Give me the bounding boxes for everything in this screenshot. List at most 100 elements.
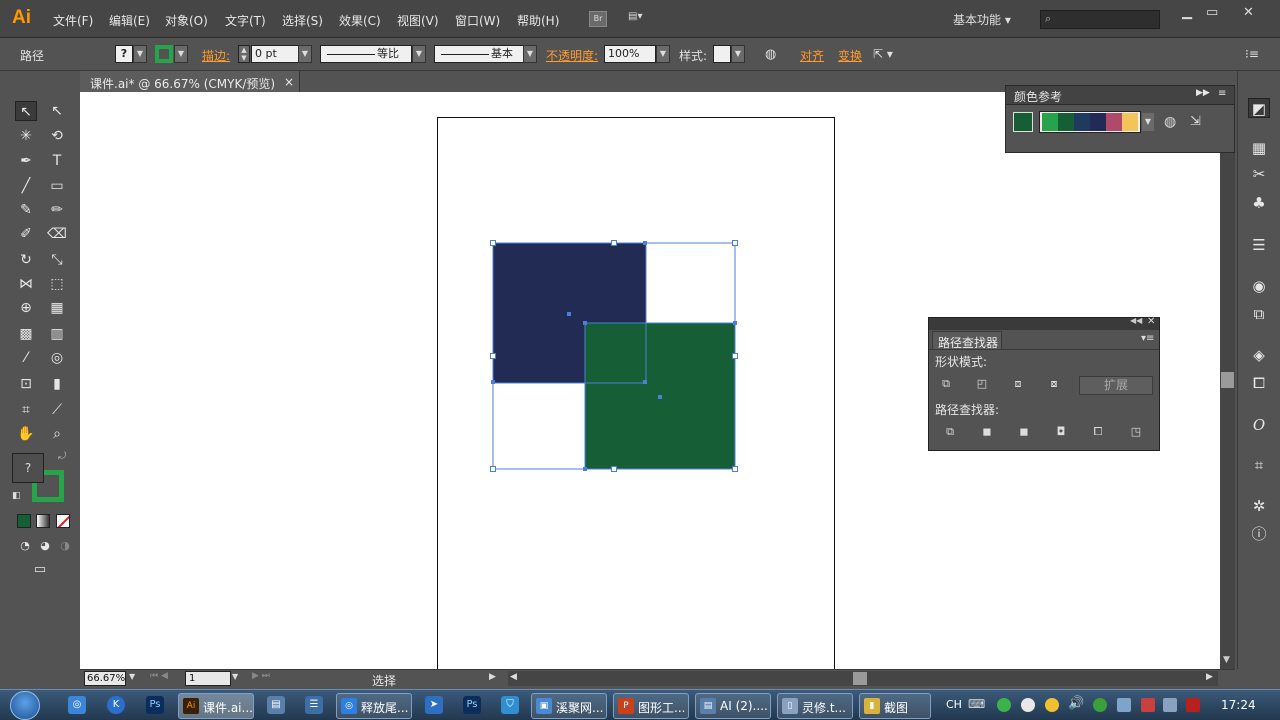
base-color-swatch[interactable] bbox=[1013, 112, 1033, 132]
chevron-down-icon[interactable]: ▼ bbox=[1142, 113, 1154, 131]
chevron-down-icon[interactable]: ▼ bbox=[656, 45, 670, 63]
direct-selection-tool-icon[interactable]: ↖ bbox=[46, 101, 68, 121]
harmony-swatch[interactable] bbox=[1122, 113, 1138, 131]
chevron-down-icon[interactable]: ▼ bbox=[412, 45, 426, 63]
draw-inside-icon[interactable]: ◑ bbox=[54, 536, 76, 556]
maximize-icon[interactable]: ▭ bbox=[1206, 5, 1218, 20]
start-button[interactable] bbox=[10, 691, 40, 720]
harmony-swatch[interactable] bbox=[1042, 113, 1058, 131]
eraser-tool-icon[interactable]: ⌫ bbox=[46, 224, 68, 244]
task-powerpoint[interactable]: P 图形工... bbox=[613, 693, 689, 719]
menu-object[interactable]: 对象(O) bbox=[165, 12, 208, 29]
volume-icon[interactable]: 🔊 bbox=[1068, 696, 1084, 711]
width-tool-icon[interactable]: ⋈ bbox=[15, 274, 37, 294]
chevron-down-icon[interactable]: ▼ bbox=[298, 45, 312, 63]
zoom-tool-icon[interactable]: ⌕ bbox=[46, 424, 68, 444]
screen-mode-icon[interactable]: ▭ bbox=[29, 560, 51, 580]
brushes-dock-icon[interactable]: ✂ bbox=[1248, 164, 1270, 184]
artboard-number-input[interactable]: 1 bbox=[185, 671, 231, 686]
stroke-color-swatch[interactable] bbox=[155, 45, 173, 63]
tab-pathfinder[interactable]: 路径查找器 bbox=[932, 331, 1002, 350]
menu-view[interactable]: 视图(V) bbox=[397, 12, 439, 29]
chevron-down-icon[interactable]: ▼ bbox=[174, 45, 188, 63]
qq-icon[interactable] bbox=[1021, 698, 1035, 712]
align-panel-link[interactable]: 对齐 bbox=[800, 47, 824, 64]
type-tool-icon[interactable]: T bbox=[46, 151, 68, 171]
minus-back-icon[interactable]: ◳ bbox=[1127, 424, 1145, 440]
artboard-tool-icon[interactable]: ⌗ bbox=[15, 400, 37, 420]
default-colors-icon[interactable]: ◧ bbox=[12, 491, 21, 501]
status-menu-icon[interactable]: ▶ bbox=[489, 672, 496, 682]
qq-browser-icon[interactable]: ◎ bbox=[68, 696, 86, 714]
expand-button[interactable]: 扩展 bbox=[1079, 376, 1153, 395]
tray-app-icon[interactable] bbox=[1163, 698, 1177, 712]
symbol-sprayer-tool-icon[interactable]: ⊡ bbox=[15, 374, 37, 394]
photoshop-icon[interactable]: Ps bbox=[146, 696, 164, 714]
pen-tool-icon[interactable]: ✒ bbox=[15, 151, 37, 171]
scale-tool-icon[interactable]: ⤡ bbox=[46, 250, 68, 270]
photoshop-icon[interactable]: Ps bbox=[463, 696, 481, 714]
fill-color-box[interactable]: ? bbox=[12, 453, 44, 483]
symbols-dock-icon[interactable]: ♣ bbox=[1248, 193, 1270, 213]
vertical-scrollbar[interactable]: ▼ bbox=[1220, 92, 1235, 669]
draw-normal-icon[interactable]: ◔ bbox=[14, 536, 36, 556]
task-browser[interactable]: ◎ 释放尾... bbox=[336, 693, 412, 719]
tray-app-icon[interactable] bbox=[1045, 698, 1059, 712]
opacity-panel-link[interactable]: 不透明度: bbox=[546, 47, 598, 64]
none-mode-icon[interactable] bbox=[56, 514, 70, 528]
rectangle-tool-icon[interactable]: ▭ bbox=[46, 176, 68, 196]
task-text[interactable]: ▯ 灵修.t... bbox=[777, 693, 853, 719]
alert-icon[interactable] bbox=[1141, 698, 1155, 712]
edit-colors-icon[interactable]: ◍ bbox=[1164, 114, 1176, 130]
ime-indicator[interactable]: CH bbox=[946, 698, 962, 711]
stroke-weight-input[interactable]: 0 pt bbox=[251, 45, 299, 63]
chevron-down-icon[interactable]: ▼ bbox=[232, 672, 238, 681]
scroll-left-icon[interactable]: ◀ bbox=[510, 672, 517, 682]
workspace-switcher[interactable]: 基本功能 ▾ bbox=[953, 11, 1011, 28]
info-dock-icon[interactable]: ⓘ bbox=[1248, 524, 1270, 544]
graphic-styles-dock-icon[interactable]: ⧉ bbox=[1248, 304, 1270, 324]
cursor-icon[interactable]: ➤ bbox=[425, 696, 443, 714]
harmony-swatch[interactable] bbox=[1090, 113, 1106, 131]
graphic-style-swatch[interactable] bbox=[713, 45, 731, 63]
menu-effect[interactable]: 效果(C) bbox=[339, 12, 381, 29]
appearance-dock-icon[interactable]: ◉ bbox=[1248, 276, 1270, 296]
panel-menu-icon[interactable]: ⁝≡ bbox=[1245, 47, 1259, 61]
intersect-icon[interactable]: ⧈ bbox=[1009, 376, 1027, 392]
magic-wand-tool-icon[interactable]: ✳ bbox=[15, 126, 37, 146]
draw-behind-icon[interactable]: ◕ bbox=[34, 536, 56, 556]
network-icon[interactable] bbox=[1117, 698, 1131, 712]
swap-colors-icon[interactable]: ⤾ bbox=[58, 451, 66, 462]
character-dock-icon[interactable]: O bbox=[1248, 415, 1270, 435]
trim-icon[interactable]: ◼ bbox=[978, 424, 996, 440]
document-tab[interactable]: 课件.ai* @ 66.67% (CMYK/预览) × bbox=[80, 71, 300, 92]
selection-tool-icon[interactable]: ↖ bbox=[15, 101, 37, 121]
first-artboard-icon[interactable]: ⏮ ◀ bbox=[150, 671, 168, 681]
horizontal-scrollbar[interactable]: ◀ ▶ bbox=[508, 671, 1218, 686]
free-transform-tool-icon[interactable]: ⬚ bbox=[46, 274, 68, 294]
paintbrush-tool-icon[interactable]: ✎ bbox=[15, 200, 37, 220]
rotate-tool-icon[interactable]: ↻ bbox=[15, 250, 37, 270]
scroll-down-icon[interactable]: ▼ bbox=[1223, 655, 1230, 665]
navigator-dock-icon[interactable]: ✲ bbox=[1248, 496, 1270, 516]
artboards-dock-icon[interactable]: ⧠ bbox=[1248, 373, 1270, 393]
merge-icon[interactable]: ◼ bbox=[1015, 424, 1033, 440]
transform-dock-icon[interactable]: ⌗ bbox=[1248, 455, 1270, 475]
menu-type[interactable]: 文字(T) bbox=[225, 12, 266, 29]
fill-color-swatch[interactable]: ? bbox=[115, 45, 133, 63]
exclude-icon[interactable]: ⧇ bbox=[1045, 376, 1063, 392]
task-folder[interactable]: ▤ AI (2).... bbox=[695, 693, 771, 719]
task-illustrator[interactable]: Ai 课件.ai... bbox=[178, 693, 254, 719]
panel-menu-icon[interactable]: ▾≡ bbox=[1141, 333, 1154, 344]
menu-select[interactable]: 选择(S) bbox=[282, 12, 323, 29]
save-color-group-icon[interactable]: ⇲ bbox=[1190, 114, 1201, 129]
task-screenshot[interactable]: ▮ 截图 bbox=[859, 693, 931, 719]
unite-icon[interactable]: ⧉ bbox=[937, 376, 955, 392]
chevron-down-icon[interactable]: ▼ bbox=[731, 45, 745, 63]
crop-icon[interactable]: ◘ bbox=[1052, 424, 1070, 440]
lasso-tool-icon[interactable]: ⟲ bbox=[46, 126, 68, 146]
minimize-icon[interactable]: ▁ bbox=[1182, 5, 1192, 20]
blend-tool-icon[interactable]: ◎ bbox=[46, 348, 68, 368]
layers-dock-icon[interactable]: ◈ bbox=[1248, 345, 1270, 365]
eyedropper-tool-icon[interactable]: ⁄ bbox=[15, 348, 37, 368]
